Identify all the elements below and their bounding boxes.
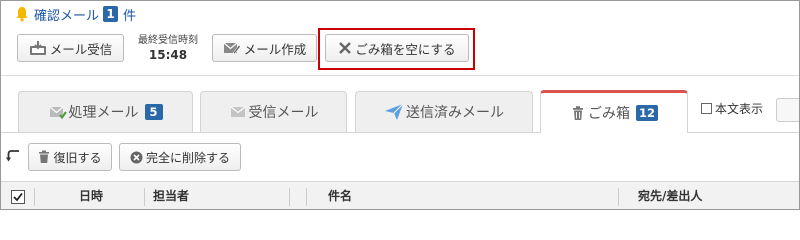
tab-trash[interactable]: ごみ箱 12 — [540, 90, 688, 133]
trash-restore-icon — [39, 150, 50, 163]
highlight-box — [318, 28, 475, 70]
notice-label: 確認メール — [34, 8, 100, 24]
last-received-info: 最終受信時刻 15:48 — [130, 34, 206, 62]
tab-processed-badge: 5 — [144, 104, 163, 120]
show-body-checkbox[interactable] — [701, 103, 712, 114]
mail-window: 確認メール 1 件 メール受信 最終受信時刻 15:48 メール作成 ごみ箱を空… — [0, 0, 800, 210]
compose-mail-label: メール作成 — [243, 41, 307, 57]
compose-icon — [223, 42, 241, 55]
show-body-label: 本文表示 — [715, 102, 764, 116]
column-header-datetime[interactable]: 日時 — [79, 182, 103, 209]
envelope-icon — [230, 106, 245, 117]
last-received-label: 最終受信時刻 — [138, 35, 198, 46]
tab-trash-badge: 12 — [635, 105, 658, 121]
column-separator — [306, 188, 307, 206]
mail-table-header: 日時 担当者 件名 宛先/差出人 — [1, 181, 799, 209]
tab-processed-mail[interactable]: 処理メール 5 — [18, 91, 193, 132]
select-all-checkbox[interactable] — [11, 190, 25, 204]
column-header-subject[interactable]: 件名 — [328, 182, 352, 209]
bell-icon — [16, 7, 28, 22]
tab-received-label: 受信メール — [248, 105, 319, 121]
tab-received-mail[interactable]: 受信メール — [200, 91, 347, 132]
column-separator — [289, 188, 290, 206]
return-arrow-icon[interactable] — [6, 149, 22, 163]
column-separator — [618, 188, 619, 206]
restore-button[interactable]: 復旧する — [28, 143, 112, 171]
column-header-assignee[interactable]: 担当者 — [153, 182, 189, 209]
delete-circle-icon — [130, 151, 143, 163]
tab-processed-label: 処理メール — [68, 105, 139, 121]
tab-trash-label: ごみ箱 — [587, 106, 630, 122]
checkmark-icon — [13, 192, 23, 202]
delete-permanently-label: 完全に削除する — [145, 150, 230, 165]
receive-mail-label: メール受信 — [49, 41, 113, 57]
tab-sent-mail[interactable]: 送信済みメール — [355, 91, 533, 132]
send-icon — [385, 103, 404, 120]
restore-label: 復旧する — [53, 150, 102, 165]
confirmation-mail-notice[interactable]: 確認メール 1 件 — [15, 4, 136, 24]
trash-icon — [572, 106, 583, 120]
column-separator — [34, 188, 35, 206]
delete-permanently-button[interactable]: 完全に削除する — [119, 143, 241, 171]
receive-mail-button[interactable]: メール受信 — [17, 34, 124, 62]
notice-unit: 件 — [123, 8, 137, 24]
column-separator — [144, 188, 145, 206]
inbox-download-icon — [29, 41, 46, 55]
tab-sent-label: 送信済みメール — [406, 105, 504, 121]
show-body-toggle[interactable]: 本文表示 — [701, 100, 763, 117]
toolbar-divider — [1, 75, 799, 76]
envelope-check-icon — [49, 106, 67, 119]
notice-count-badge: 1 — [103, 6, 119, 22]
view-mode-button[interactable] — [776, 98, 799, 122]
compose-mail-button[interactable]: メール作成 — [212, 34, 317, 62]
column-header-recipient-sender[interactable]: 宛先/差出人 — [638, 182, 702, 209]
last-received-time: 15:48 — [148, 48, 188, 62]
